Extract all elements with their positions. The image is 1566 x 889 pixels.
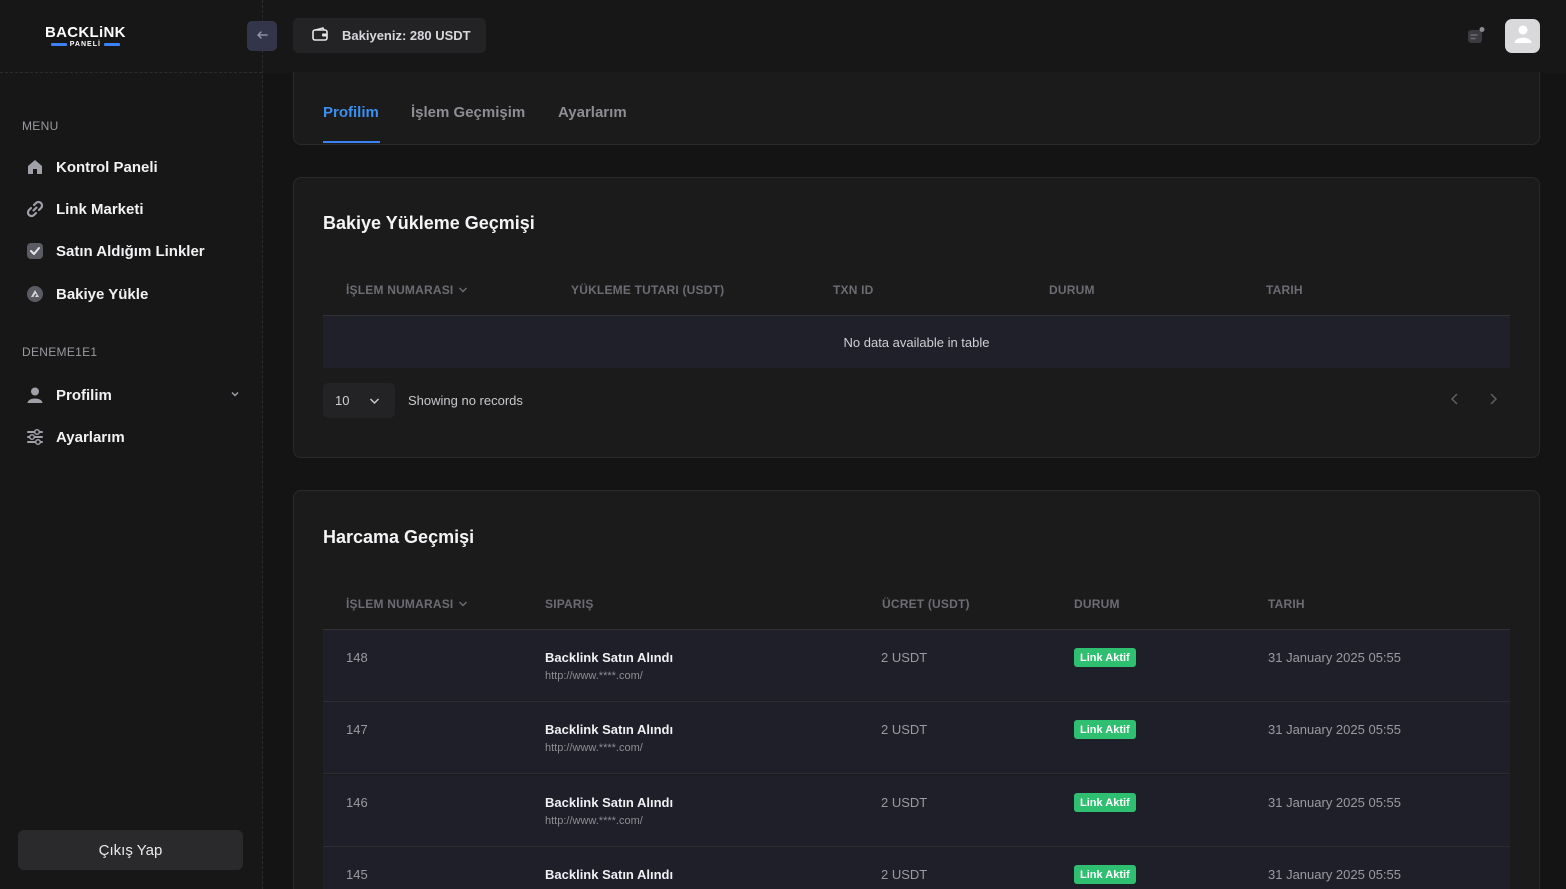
balance-text: Bakiyeniz: 280 USDT [342, 28, 471, 43]
sort-chevron-icon [458, 283, 468, 297]
table-row[interactable]: 145 Backlink Satın Alındı 2 USDT Link Ak… [323, 847, 1510, 889]
sliders-icon [25, 427, 45, 447]
tab-settings[interactable]: Ayarlarım [558, 104, 627, 121]
balance-display[interactable]: Bakiyeniz: 280 USDT [293, 18, 486, 53]
column-header-status[interactable]: DURUM [1049, 283, 1095, 297]
table-row[interactable]: 147 Backlink Satın Alındı http://www.***… [323, 702, 1510, 774]
collapse-sidebar-button[interactable] [247, 21, 277, 51]
sidebar-item-label: Satın Aldığım Linkler [56, 242, 205, 260]
tab-profile[interactable]: Profilim [323, 104, 379, 121]
sort-chevron-icon [458, 597, 468, 611]
date: 31 January 2025 05:55 [1268, 867, 1401, 882]
transaction-id: 145 [346, 867, 368, 882]
column-header-date[interactable]: TARIH [1268, 597, 1305, 611]
column-header-amount[interactable]: YÜKLEME TUTARI (USDT) [571, 283, 724, 297]
sidebar-item-profile[interactable]: Profilim [0, 375, 262, 415]
sidebar-item-top-up[interactable]: Bakiye Yükle [0, 274, 262, 314]
page-size-select[interactable]: 10 [323, 383, 395, 418]
status-badge: Link Aktif [1074, 648, 1136, 667]
order-title: Backlink Satın Alındı [545, 722, 674, 737]
active-tab-indicator [323, 141, 380, 143]
logout-button[interactable]: Çıkış Yap [18, 830, 243, 870]
spend-history-title: Harcama Geçmişi [323, 527, 475, 547]
sidebar-item-label: Kontrol Paneli [56, 158, 158, 176]
wallet-icon [312, 27, 328, 44]
table-row[interactable]: 148 Backlink Satın Alındı http://www.***… [323, 630, 1510, 702]
column-header-label: İŞLEM NUMARASI [346, 597, 454, 611]
column-header-order[interactable]: SIPARIŞ [545, 597, 594, 611]
brand-word: BACKLiNK [45, 23, 126, 41]
spend-history-card: Harcama Geçmişi İŞLEM NUMARASI SIPARIŞ Ü… [293, 490, 1540, 889]
status-badge: Link Aktif [1074, 865, 1136, 884]
notifications-button[interactable] [1466, 26, 1486, 46]
previous-page-button[interactable] [1447, 391, 1463, 407]
order-url[interactable]: http://www.****.com/ [545, 742, 643, 754]
date: 31 January 2025 05:55 [1268, 722, 1401, 737]
sidebar-item-label: Link Marketi [56, 200, 144, 218]
column-header-transaction-no[interactable]: İŞLEM NUMARASI [346, 283, 468, 297]
date: 31 January 2025 05:55 [1268, 650, 1401, 665]
upload-icon [25, 284, 45, 304]
deposit-history-title: Bakiye Yükleme Geçmişi [323, 213, 535, 233]
column-header-txn-id[interactable]: TXN ID [833, 283, 874, 297]
column-header-label: İŞLEM NUMARASI [346, 283, 454, 297]
sidebar-item-label: Profilim [56, 386, 112, 404]
top-bar: Bakiyeniz: 280 USDT [247, 0, 1566, 73]
sidebar-item-settings[interactable]: Ayarlarım [0, 417, 262, 457]
status-badge: Link Aktif [1074, 793, 1136, 812]
order-title: Backlink Satın Alındı [545, 867, 674, 882]
user-avatar-icon [1513, 24, 1533, 49]
price: 2 USDT [881, 795, 928, 810]
arrow-left-icon [256, 27, 268, 45]
sidebar-item-label: Bakiye Yükle [56, 285, 149, 303]
logo-area: BACKLiNK PANELİ [0, 0, 262, 73]
next-page-button[interactable] [1485, 391, 1501, 407]
column-header-transaction-no[interactable]: İŞLEM NUMARASI [346, 597, 468, 611]
chevron-right-icon [1485, 393, 1501, 411]
price: 2 USDT [881, 650, 928, 665]
column-header-date[interactable]: TARIH [1266, 283, 1303, 297]
chevron-left-icon [1447, 393, 1463, 411]
order-url[interactable]: http://www.****.com/ [545, 815, 643, 827]
order-title: Backlink Satın Alındı [545, 650, 674, 665]
avatar[interactable] [1505, 19, 1540, 53]
chevron-down-icon [369, 393, 380, 408]
chevron-down-icon[interactable] [230, 386, 240, 404]
page-size-value: 10 [335, 393, 350, 408]
menu-section-title: MENU [22, 119, 59, 133]
sidebar-item-purchased-links[interactable]: Satın Aldığım Linkler [0, 231, 262, 271]
brand-sub: PANELİ [69, 40, 101, 48]
tab-transaction-history[interactable]: İşlem Geçmişim [411, 104, 525, 121]
price: 2 USDT [881, 867, 928, 882]
transaction-id: 147 [346, 722, 368, 737]
transaction-id: 148 [346, 650, 368, 665]
user-section-title: DENEME1E1 [22, 345, 98, 359]
profile-tabs-card: Profilim İşlem Geçmişim Ayarlarım [293, 72, 1540, 145]
column-header-status[interactable]: DURUM [1074, 597, 1120, 611]
check-icon [25, 241, 45, 261]
records-info: Showing no records [408, 393, 523, 408]
date: 31 January 2025 05:55 [1268, 795, 1401, 810]
sidebar-item-link-market[interactable]: Link Marketi [0, 189, 262, 229]
sidebar: BACKLiNK PANELİ MENU Kontrol Paneli Link… [0, 0, 263, 889]
column-header-price[interactable]: ÜCRET (USDT) [882, 597, 970, 611]
brand-logo[interactable]: BACKLiNK PANELİ [45, 25, 126, 48]
logo-bar-right [103, 42, 120, 46]
user-icon [25, 385, 45, 405]
notification-icon [1466, 27, 1486, 50]
home-icon [25, 157, 45, 177]
deposit-history-card: Bakiye Yükleme Geçmişi İŞLEM NUMARASI YÜ… [293, 177, 1540, 458]
transaction-id: 146 [346, 795, 368, 810]
price: 2 USDT [881, 722, 928, 737]
order-url[interactable]: http://www.****.com/ [545, 670, 643, 682]
empty-table-message: No data available in table [323, 316, 1510, 368]
table-row[interactable]: 146 Backlink Satın Alındı http://www.***… [323, 775, 1510, 847]
order-title: Backlink Satın Alındı [545, 795, 674, 810]
sidebar-item-dashboard[interactable]: Kontrol Paneli [0, 147, 262, 187]
sidebar-item-label: Ayarlarım [56, 428, 125, 446]
logo-bar-left [50, 42, 67, 46]
status-badge: Link Aktif [1074, 720, 1136, 739]
link-icon [25, 199, 45, 219]
